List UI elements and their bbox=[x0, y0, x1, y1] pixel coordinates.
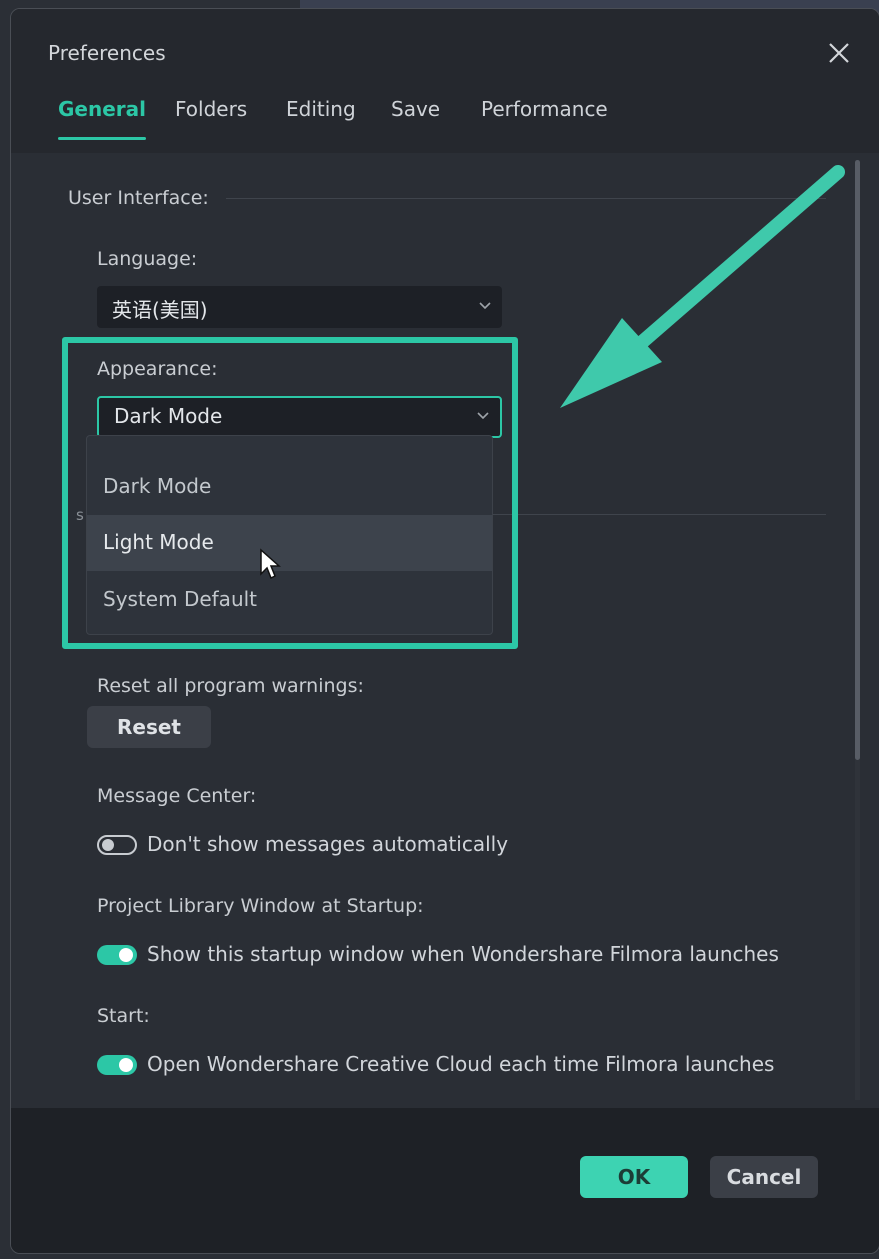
user-interface-heading: User Interface: bbox=[68, 187, 209, 209]
appearance-select[interactable]: Dark Mode bbox=[97, 396, 502, 438]
tab-folders[interactable]: Folders bbox=[175, 97, 247, 121]
tab-save[interactable]: Save bbox=[391, 97, 440, 121]
creative-cloud-toggle[interactable] bbox=[97, 1055, 137, 1075]
option-label: Light Mode bbox=[103, 530, 214, 554]
appearance-value: Dark Mode bbox=[114, 404, 223, 428]
cancel-button[interactable]: Cancel bbox=[710, 1156, 818, 1198]
toggle-knob bbox=[119, 1058, 133, 1072]
start-label: Start: bbox=[97, 1005, 150, 1027]
option-light-mode[interactable]: Light Mode bbox=[87, 515, 492, 571]
language-value: 英语(美国) bbox=[112, 298, 208, 322]
language-label: Language: bbox=[97, 248, 198, 270]
scrollbar-thumb[interactable] bbox=[855, 160, 860, 760]
project-library-label: Project Library Window at Startup: bbox=[97, 895, 424, 917]
close-button[interactable] bbox=[821, 35, 857, 71]
option-system-default[interactable]: System Default bbox=[87, 572, 492, 628]
toggle-knob bbox=[102, 839, 114, 851]
option-label: Dark Mode bbox=[103, 474, 212, 498]
partial-label: s bbox=[76, 506, 84, 524]
startup-window-toggle-text: Show this startup window when Wondershar… bbox=[147, 942, 779, 966]
close-icon bbox=[829, 43, 849, 63]
creative-cloud-toggle-text: Open Wondershare Creative Cloud each tim… bbox=[147, 1052, 775, 1076]
tab-editing[interactable]: Editing bbox=[286, 97, 356, 121]
tab-general[interactable]: General bbox=[58, 97, 146, 140]
option-label: System Default bbox=[103, 587, 258, 611]
reset-warnings-label: Reset all program warnings: bbox=[97, 675, 364, 697]
language-select[interactable]: 英语(美国) bbox=[97, 286, 502, 328]
section-divider bbox=[226, 198, 826, 199]
chevron-down-icon bbox=[477, 412, 489, 420]
startup-window-toggle[interactable] bbox=[97, 945, 137, 965]
ok-button[interactable]: OK bbox=[580, 1156, 688, 1198]
option-dark-mode[interactable]: Dark Mode bbox=[87, 459, 492, 515]
dialog-title: Preferences bbox=[48, 41, 166, 65]
appearance-label: Appearance: bbox=[97, 358, 218, 380]
tab-performance[interactable]: Performance bbox=[481, 97, 608, 121]
message-center-label: Message Center: bbox=[97, 785, 257, 807]
chevron-down-icon bbox=[479, 302, 491, 310]
reset-button[interactable]: Reset bbox=[87, 706, 211, 748]
message-center-toggle[interactable] bbox=[97, 835, 137, 855]
message-center-toggle-text: Don't show messages automatically bbox=[147, 832, 509, 856]
toggle-knob bbox=[119, 948, 133, 962]
appearance-dropdown-menu: Dark Mode Light Mode System Default bbox=[86, 435, 493, 635]
dialog-header: Preferences General Folders Editing Save… bbox=[11, 9, 879, 153]
